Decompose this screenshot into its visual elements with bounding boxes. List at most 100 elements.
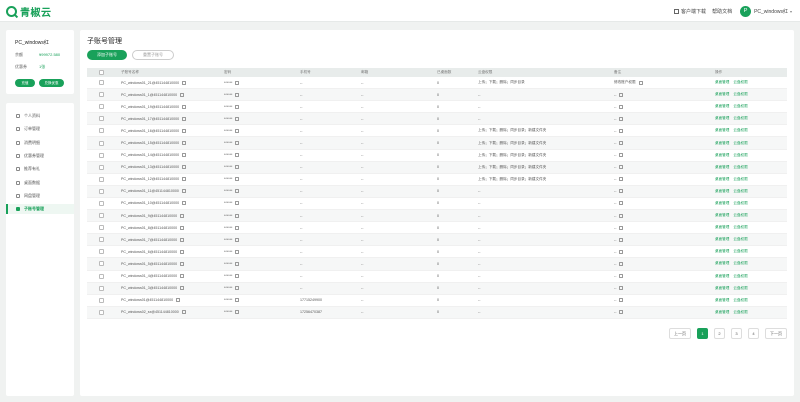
edit-icon[interactable] [180,274,185,279]
row-checkbox[interactable] [99,176,104,182]
username-dropdown[interactable]: PC_windows红 [754,8,788,15]
page-button-3[interactable]: 3 [731,328,742,339]
edit-icon[interactable] [182,104,187,109]
edit-icon[interactable] [619,104,624,109]
disk-permission-link[interactable]: 云盘权限 [733,213,747,218]
disk-permission-link[interactable]: 云盘权限 [733,286,747,291]
reset-subaccount-button[interactable]: 重置子账号 [132,50,174,60]
edit-icon[interactable] [235,141,240,146]
edit-icon[interactable] [619,165,624,170]
edit-icon[interactable] [235,298,240,303]
edit-icon[interactable] [235,310,240,315]
edit-icon[interactable] [619,116,624,121]
edit-icon[interactable] [619,153,624,158]
edit-icon[interactable] [182,153,187,158]
disk-permission-link[interactable]: 云盘权限 [733,141,747,146]
disk-permission-link[interactable]: 云盘权限 [733,274,747,279]
desktop-manage-link[interactable]: 桌面管理 [715,261,729,266]
edit-icon[interactable] [180,225,185,230]
edit-icon[interactable] [182,128,187,133]
edit-icon[interactable] [619,141,624,146]
edit-icon[interactable] [235,80,240,85]
edit-icon[interactable] [180,286,185,291]
edit-icon[interactable] [176,298,181,303]
desktop-manage-link[interactable]: 桌面管理 [715,104,729,109]
edit-icon[interactable] [619,286,624,291]
edit-icon[interactable] [182,177,187,182]
edit-icon[interactable] [235,153,240,158]
row-checkbox[interactable] [99,261,104,267]
edit-icon[interactable] [182,165,187,170]
desktop-manage-link[interactable]: 桌面管理 [715,189,729,194]
redeem-coupon-button[interactable]: 兑换优惠 [39,79,64,87]
edit-icon[interactable] [180,261,185,266]
disk-permission-link[interactable]: 云盘权限 [733,92,747,97]
desktop-manage-link[interactable]: 桌面管理 [715,286,729,291]
edit-icon[interactable] [181,189,186,194]
edit-icon[interactable] [235,237,240,242]
recharge-button[interactable]: 充值 [15,79,35,87]
page-button-1[interactable]: 1 [697,328,708,339]
sidebar-item-list[interactable]: 消费明细 [6,138,74,148]
help-center-link[interactable]: 帮助文档 [712,8,732,15]
edit-icon[interactable] [180,213,185,218]
edit-icon[interactable] [619,128,624,133]
desktop-manage-link[interactable]: 桌面管理 [715,225,729,230]
edit-icon[interactable] [235,177,240,182]
row-checkbox[interactable] [99,104,104,110]
edit-icon[interactable] [619,225,624,230]
row-checkbox[interactable] [99,188,104,194]
brand-logo[interactable]: 青椒云 [6,4,52,19]
row-checkbox[interactable] [99,92,104,98]
desktop-manage-link[interactable]: 桌面管理 [715,177,729,182]
disk-permission-link[interactable]: 云盘权限 [733,177,747,182]
edit-icon[interactable] [180,237,185,242]
disk-permission-link[interactable]: 云盘权限 [733,249,747,254]
edit-icon[interactable] [235,104,240,109]
desktop-manage-link[interactable]: 桌面管理 [715,249,729,254]
page-button-4[interactable]: 4 [748,328,759,339]
desktop-manage-link[interactable]: 桌面管理 [715,274,729,279]
edit-icon[interactable] [619,92,624,97]
row-checkbox[interactable] [99,273,104,279]
edit-icon[interactable] [180,92,185,97]
edit-icon[interactable] [182,80,187,85]
row-checkbox[interactable] [99,164,104,170]
row-checkbox[interactable] [99,249,104,255]
disk-permission-link[interactable]: 云盘权限 [733,165,747,170]
row-checkbox[interactable] [99,297,104,303]
edit-icon[interactable] [619,189,624,194]
edit-icon[interactable] [235,249,240,254]
desktop-manage-link[interactable]: 桌面管理 [715,165,729,170]
row-checkbox[interactable] [99,152,104,158]
edit-icon[interactable] [619,201,624,206]
disk-permission-link[interactable]: 云盘权限 [733,225,747,230]
row-checkbox[interactable] [99,116,104,122]
edit-icon[interactable] [619,177,624,182]
sidebar-item-desktop[interactable]: 桌面数据 [6,178,74,188]
disk-permission-link[interactable]: 云盘权限 [733,310,747,315]
edit-icon[interactable] [235,286,240,291]
disk-permission-link[interactable]: 云盘权限 [733,80,747,85]
edit-icon[interactable] [182,201,187,206]
next-page-button[interactable]: 下一页 [765,328,787,339]
desktop-manage-link[interactable]: 桌面管理 [715,128,729,133]
row-checkbox[interactable] [99,80,104,86]
edit-icon[interactable] [619,249,624,254]
sidebar-item-order[interactable]: 订单管理 [6,124,74,134]
select-all-checkbox[interactable] [99,70,104,75]
edit-icon[interactable] [182,116,187,121]
desktop-manage-link[interactable]: 桌面管理 [715,310,729,315]
desktop-manage-link[interactable]: 桌面管理 [715,213,729,218]
row-checkbox[interactable] [99,128,104,134]
disk-permission-link[interactable]: 云盘权限 [733,128,747,133]
edit-icon[interactable] [619,237,624,242]
edit-icon[interactable] [638,80,643,85]
edit-icon[interactable] [235,189,240,194]
disk-permission-link[interactable]: 云盘权限 [733,153,747,158]
disk-permission-link[interactable]: 云盘权限 [733,201,747,206]
edit-icon[interactable] [181,310,186,315]
row-checkbox[interactable] [99,309,104,315]
disk-permission-link[interactable]: 云盘权限 [733,261,747,266]
edit-icon[interactable] [619,213,624,218]
